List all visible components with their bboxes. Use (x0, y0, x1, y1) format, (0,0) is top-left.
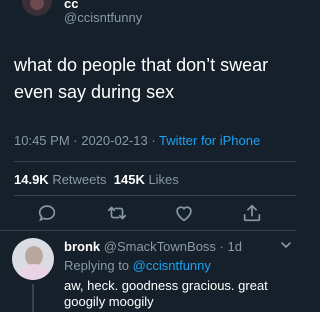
retweet-button[interactable] (106, 202, 128, 224)
divider (0, 230, 296, 231)
meta-separator: · (69, 133, 82, 148)
meta-separator: · (147, 133, 160, 148)
share-icon (243, 204, 261, 222)
like-button[interactable] (173, 202, 195, 224)
replying-to: Replying to @ccisntfunny (64, 258, 211, 273)
author-avatar[interactable] (22, 0, 52, 16)
tweet-date: 2020-02-13 (81, 133, 148, 148)
chevron-down-icon (281, 242, 291, 248)
likes-label: Likes (144, 172, 179, 187)
tweet-meta: 10:45 PM · 2020-02-13 · Twitter for iPho… (14, 133, 260, 148)
reply-display-name[interactable]: bronk (64, 239, 100, 254)
retweets-count: 14.9K (14, 172, 49, 187)
reply-age: 1d (227, 239, 242, 254)
tweet-action-bar (0, 200, 296, 226)
reply-text: aw, heck. goodness gracious. great googi… (64, 278, 268, 309)
reply-button[interactable] (36, 202, 58, 224)
divider (14, 161, 296, 162)
reply-header: bronk @SmackTownBoss · 1d (64, 239, 242, 254)
author-handle[interactable]: @ccisntfunny (64, 10, 142, 25)
retweet-icon (107, 206, 127, 220)
tweet-source-link[interactable]: Twitter for iPhone (159, 133, 260, 148)
reply-menu-button[interactable] (279, 238, 293, 250)
likes-count: 145K (113, 172, 145, 187)
tweet-text: what do people that don’t swear even say… (14, 55, 269, 102)
reply-separator: · (215, 239, 228, 254)
replying-prefix: Replying to (64, 258, 133, 273)
share-button[interactable] (241, 202, 263, 224)
divider (14, 195, 296, 196)
reply-avatar[interactable] (12, 238, 54, 280)
replying-to-handle[interactable]: @ccisntfunny (133, 258, 211, 273)
reply-icon (38, 205, 56, 222)
retweets-stat[interactable]: 14.9K Retweets (14, 172, 107, 187)
reply-handle[interactable]: @SmackTownBoss (104, 239, 216, 254)
likes-stat[interactable]: 145K Likes (114, 172, 179, 187)
retweets-label: Retweets (48, 172, 107, 187)
thread-line (32, 284, 34, 312)
like-icon (176, 206, 192, 222)
tweet-time: 10:45 PM (14, 133, 70, 148)
tweet-stats: 14.9K Retweets 145K Likes (14, 172, 179, 187)
